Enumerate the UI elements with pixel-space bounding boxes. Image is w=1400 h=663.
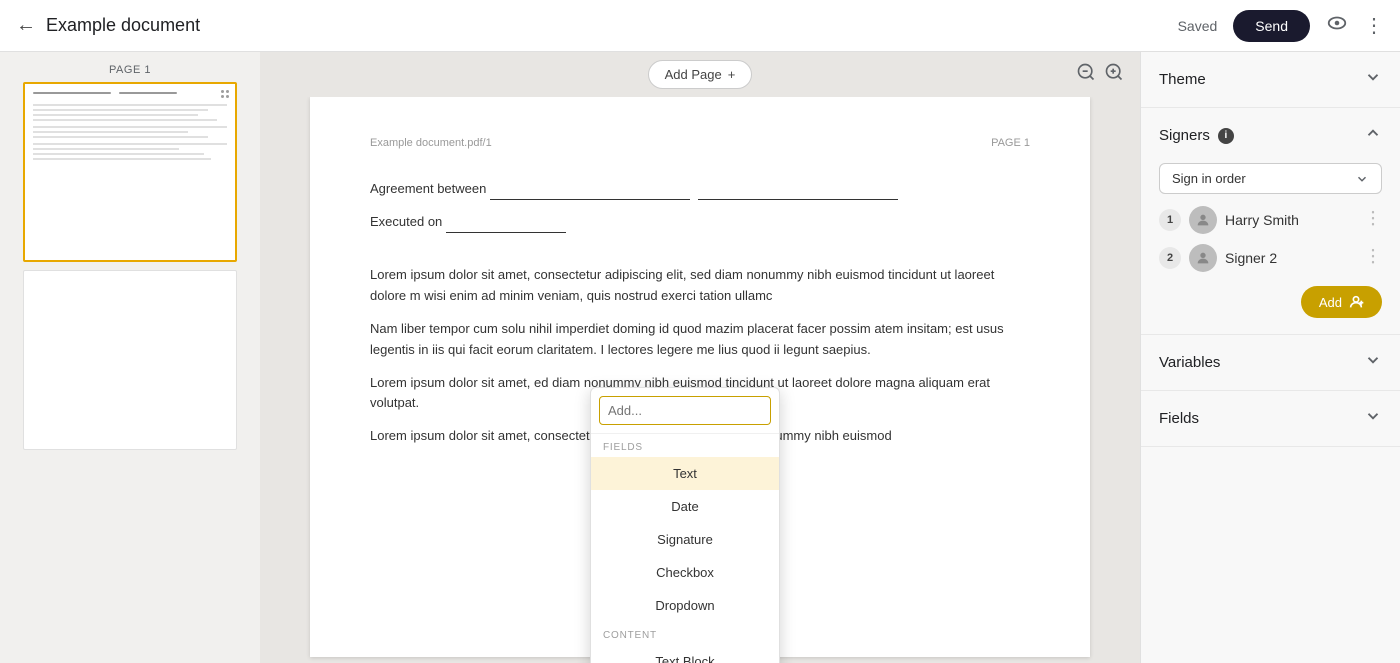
topbar-right: Saved Send ⋮ — [1178, 10, 1384, 42]
add-signer-button[interactable]: Add — [1301, 286, 1382, 318]
signer-1-more-icon[interactable] — [1364, 209, 1382, 232]
agreement-field-2[interactable] — [698, 186, 898, 200]
doc-scroll-area[interactable]: Example document.pdf/1 PAGE 1 Agreement … — [260, 97, 1140, 663]
main-layout: PAGE 1 — [0, 52, 1400, 663]
topbar-left: ← Example document — [16, 14, 1166, 37]
zoom-controls — [1076, 62, 1124, 87]
back-icon[interactable]: ← — [16, 14, 36, 37]
signer-1-num: 1 — [1159, 209, 1181, 231]
more-icon[interactable]: ⋮ — [1364, 13, 1384, 38]
executed-line: Executed on — [370, 212, 1030, 233]
doc-filename: Example document.pdf/1 — [370, 137, 492, 149]
thumb-grid-icon[interactable] — [221, 90, 229, 98]
doc-toolbar: Add Page + — [260, 52, 1140, 97]
add-page-label: Add Page — [665, 67, 722, 82]
document-title: Example document — [46, 15, 200, 36]
page-2-thumb-box[interactable] — [23, 270, 237, 450]
doc-page-header: Example document.pdf/1 PAGE 1 — [370, 137, 1030, 149]
agreement-line: Agreement between — [370, 179, 1030, 200]
saved-label: Saved — [1178, 18, 1218, 34]
field-search-input[interactable] — [599, 396, 771, 425]
doc-page: Example document.pdf/1 PAGE 1 Agreement … — [310, 97, 1090, 657]
theme-chevron-icon — [1364, 68, 1382, 91]
content-section-label: CONTENT — [591, 622, 779, 645]
signers-info-icon[interactable]: i — [1218, 128, 1234, 144]
signer-2-num: 2 — [1159, 247, 1181, 269]
send-button[interactable]: Send — [1233, 10, 1310, 42]
fields-section-label: FIELDS — [591, 434, 779, 457]
center-panel: Add Page + — [260, 52, 1140, 663]
thumb-content — [33, 92, 227, 252]
theme-section-header[interactable]: Theme — [1141, 52, 1400, 107]
add-signer-row: Add — [1159, 282, 1382, 318]
signer-2-avatar — [1189, 244, 1217, 272]
page-1-thumbnail[interactable]: PAGE 1 — [12, 64, 248, 262]
sign-order-button[interactable]: Sign in order — [1159, 163, 1382, 194]
add-page-plus-icon: + — [728, 67, 736, 82]
agreement-field-1[interactable] — [490, 186, 690, 200]
zoom-out-button[interactable] — [1076, 62, 1096, 87]
left-panel: PAGE 1 — [0, 52, 260, 663]
right-panel: Theme Signers i — [1140, 52, 1400, 663]
menu-item-dropdown[interactable]: Dropdown — [591, 589, 779, 622]
variables-section-header[interactable]: Variables — [1141, 335, 1400, 390]
signers-body: Sign in order 1 Harry Smith — [1141, 163, 1400, 334]
add-page-button[interactable]: Add Page + — [648, 60, 753, 89]
variables-chevron-icon — [1364, 351, 1382, 374]
page-1-thumb-box[interactable] — [23, 82, 237, 262]
menu-item-text-block[interactable]: Text Block — [591, 645, 779, 663]
zoom-in-button[interactable] — [1104, 62, 1124, 87]
fields-chevron-icon — [1364, 407, 1382, 430]
signers-chevron-icon — [1364, 124, 1382, 147]
menu-item-date[interactable]: Date — [591, 490, 779, 523]
signers-section: Signers i Sign in order 1 — [1141, 108, 1400, 335]
fields-section: Fields — [1141, 391, 1400, 447]
eye-icon[interactable] — [1326, 12, 1348, 40]
signer-1-avatar — [1189, 206, 1217, 234]
signers-title: Signers i — [1159, 127, 1234, 144]
para-2: Nam liber tempor cum solu nihil imperdie… — [370, 319, 1030, 361]
menu-item-text[interactable]: Text — [591, 457, 779, 490]
signer-1-name: Harry Smith — [1225, 212, 1356, 228]
para-1: Lorem ipsum dolor sit amet, consectetur … — [370, 265, 1030, 307]
fields-title: Fields — [1159, 410, 1199, 427]
page-2-thumbnail[interactable] — [12, 270, 248, 450]
page-1-label: PAGE 1 — [12, 64, 248, 76]
signer-2-name: Signer 2 — [1225, 250, 1356, 266]
topbar: ← Example document Saved Send ⋮ — [0, 0, 1400, 52]
add-signer-label: Add — [1319, 295, 1342, 310]
fields-section-header[interactable]: Fields — [1141, 391, 1400, 446]
variables-section: Variables — [1141, 335, 1400, 391]
field-dropdown-popup: FIELDS Text Date Signature Checkbox Drop… — [590, 387, 780, 663]
executed-field[interactable] — [446, 219, 566, 233]
doc-page-number: PAGE 1 — [991, 137, 1030, 149]
variables-title: Variables — [1159, 354, 1220, 371]
signer-row-1: 1 Harry Smith — [1159, 206, 1382, 234]
signer-2-more-icon[interactable] — [1364, 247, 1382, 270]
menu-item-checkbox[interactable]: Checkbox — [591, 556, 779, 589]
theme-section: Theme — [1141, 52, 1400, 108]
sign-order-label: Sign in order — [1172, 171, 1246, 186]
signer-row-2: 2 Signer 2 — [1159, 244, 1382, 272]
menu-item-signature[interactable]: Signature — [591, 523, 779, 556]
signers-section-header[interactable]: Signers i — [1141, 108, 1400, 163]
search-wrapper — [591, 388, 779, 434]
theme-title: Theme — [1159, 71, 1206, 88]
